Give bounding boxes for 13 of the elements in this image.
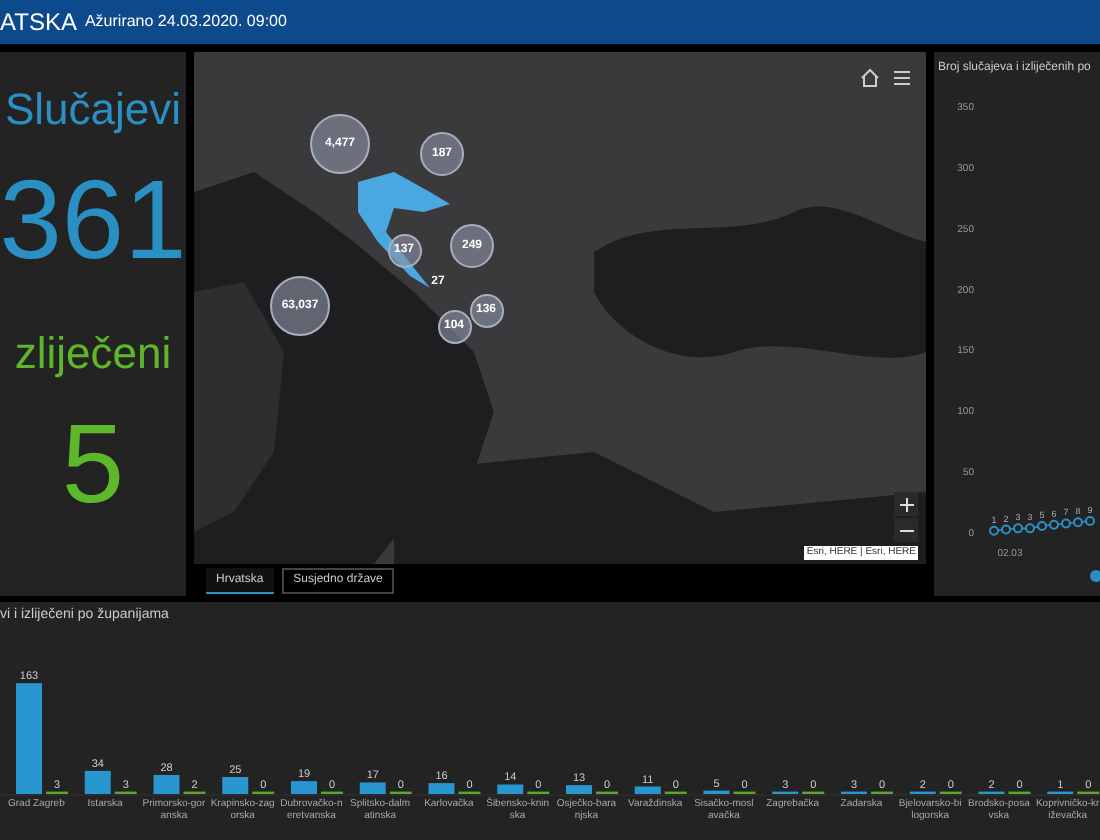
dashboard-title: ATSKA <box>0 10 77 34</box>
stat-label: zliječeni <box>14 328 172 380</box>
home-button[interactable] <box>858 66 882 90</box>
zoom-in-button[interactable] <box>894 492 918 516</box>
list-icon <box>892 68 912 88</box>
home-icon <box>860 68 880 88</box>
update-time: Ažurirano 24.03.2020. 09:00 <box>84 14 287 30</box>
stat-value: 5 <box>61 400 125 528</box>
layer-list-button[interactable] <box>890 66 914 90</box>
stat-value: 361 <box>0 156 187 284</box>
zoom-out-button[interactable] <box>894 518 918 542</box>
stat-label: Slučajevi <box>4 84 182 136</box>
plus-icon <box>899 497 913 511</box>
